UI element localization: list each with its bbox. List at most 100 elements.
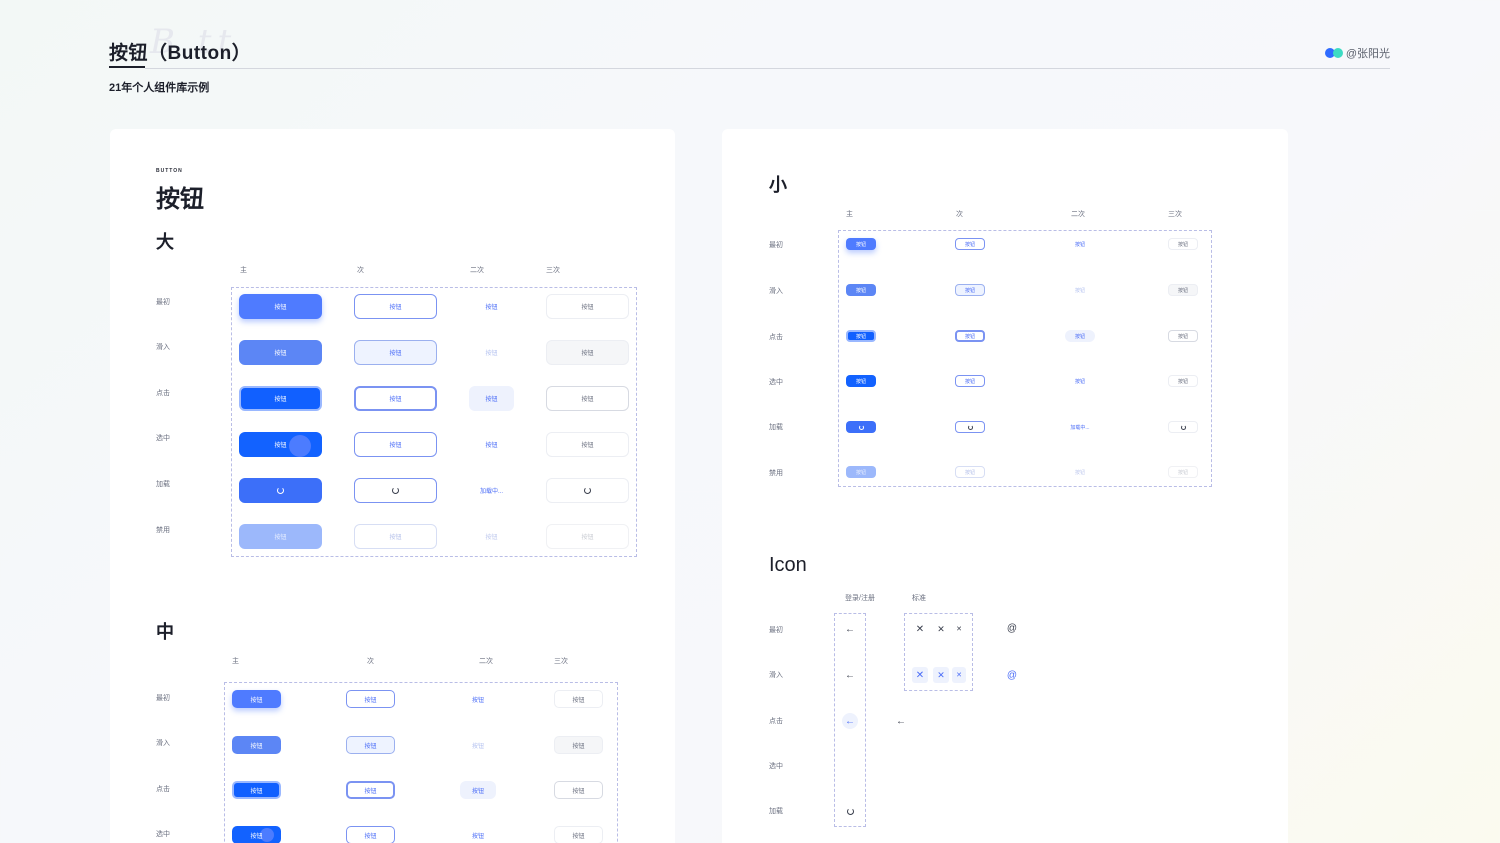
medium-text-button-selected[interactable]: 按钮	[460, 826, 496, 843]
large-col-header-quaternary: 三次	[546, 267, 560, 274]
small-secondary-button-selected[interactable]: 按钮	[955, 375, 985, 387]
small-row-header-disabled: 禁用	[769, 470, 783, 477]
author-badge: @张阳光	[1324, 45, 1390, 61]
large-secondary-button-hover[interactable]: 按钮	[354, 340, 437, 365]
small-text-button-initial[interactable]: 按钮	[1065, 238, 1095, 250]
medium-ghost-button-initial[interactable]: 按钮	[554, 690, 603, 708]
large-primary-button-pressed[interactable]: 按钮	[239, 386, 322, 411]
spinner-icon	[1180, 424, 1186, 430]
loading-icon[interactable]	[842, 803, 858, 819]
close-icon[interactable]: ✕	[912, 667, 928, 683]
header-divider	[145, 68, 1390, 69]
large-secondary-button-pressed[interactable]: 按钮	[354, 386, 437, 411]
medium-primary-button-pressed[interactable]: 按钮	[232, 781, 281, 799]
large-ghost-button-hover[interactable]: 按钮	[546, 340, 629, 365]
medium-secondary-button-pressed[interactable]: 按钮	[346, 781, 395, 799]
spinner-icon	[392, 487, 399, 494]
large-primary-button-initial[interactable]: 按钮	[239, 294, 322, 319]
medium-secondary-button-hover[interactable]: 按钮	[346, 736, 395, 754]
close-icon[interactable]: ✕	[952, 621, 966, 637]
left-card: BUTTON 按钮 大 主 次 二次 三次 最初 滑入 点击 选中 加载 禁用 …	[110, 129, 675, 843]
small-primary-button-hover[interactable]: 按钮	[846, 284, 876, 296]
large-row-header-hover: 滑入	[156, 344, 170, 351]
small-secondary-button-initial[interactable]: 按钮	[955, 238, 985, 250]
small-ghost-button-disabled: 按钮	[1168, 466, 1198, 478]
medium-primary-button-hover[interactable]: 按钮	[232, 736, 281, 754]
small-secondary-button-hover[interactable]: 按钮	[955, 284, 985, 296]
small-primary-button-loading[interactable]	[846, 421, 876, 433]
medium-primary-button-selected[interactable]: 按钮	[232, 826, 281, 843]
small-row-header-selected: 选中	[769, 379, 783, 386]
arrow-left-icon[interactable]: ←	[842, 621, 858, 637]
spinner-icon	[846, 807, 854, 815]
small-ghost-button-initial[interactable]: 按钮	[1168, 238, 1198, 250]
large-primary-button-selected[interactable]: 按钮	[239, 432, 322, 457]
large-primary-button-loading[interactable]	[239, 478, 322, 503]
large-secondary-button-initial[interactable]: 按钮	[354, 294, 437, 319]
large-text-button-selected[interactable]: 按钮	[469, 432, 514, 457]
small-text-button-selected[interactable]: 按钮	[1065, 375, 1095, 387]
medium-secondary-button-initial[interactable]: 按钮	[346, 690, 395, 708]
close-icon[interactable]: ✕	[912, 621, 928, 637]
small-primary-button-initial[interactable]: 按钮	[846, 238, 876, 250]
large-row-header-loading: 加载	[156, 481, 170, 488]
large-col-header-tertiary: 二次	[470, 267, 484, 274]
small-text-button-pressed[interactable]: 按钮	[1065, 330, 1095, 342]
small-secondary-button-pressed[interactable]: 按钮	[955, 330, 985, 342]
large-ghost-button-initial[interactable]: 按钮	[546, 294, 629, 319]
arrow-left-icon[interactable]: ←	[893, 713, 909, 729]
small-ghost-button-pressed[interactable]: 按钮	[1168, 330, 1198, 342]
at-icon[interactable]: @	[1004, 620, 1020, 636]
small-secondary-button-disabled: 按钮	[955, 466, 985, 478]
arrow-left-icon[interactable]: ←	[842, 667, 858, 683]
large-secondary-button-loading[interactable]	[354, 478, 437, 503]
medium-text-button-pressed[interactable]: 按钮	[460, 781, 496, 799]
icon-row-header-pressed: 点击	[769, 718, 783, 725]
small-secondary-button-loading[interactable]	[955, 421, 985, 433]
medium-secondary-button-selected[interactable]: 按钮	[346, 826, 395, 843]
medium-row-header-hover: 滑入	[156, 740, 170, 747]
small-text-button-hover[interactable]: 按钮	[1065, 284, 1095, 296]
close-icon[interactable]: ✕	[933, 667, 949, 683]
medium-ghost-button-hover[interactable]: 按钮	[554, 736, 603, 754]
large-secondary-button-selected[interactable]: 按钮	[354, 432, 437, 457]
medium-row-header-selected: 选中	[156, 831, 170, 838]
medium-col-header-quaternary: 三次	[554, 658, 568, 665]
small-col-header-primary: 主	[846, 211, 853, 218]
page-subtitle: 21年个人组件库示例	[109, 82, 210, 94]
large-ghost-button-loading[interactable]	[546, 478, 629, 503]
medium-size-title: 中	[156, 622, 174, 642]
medium-primary-button-initial[interactable]: 按钮	[232, 690, 281, 708]
small-primary-button-selected[interactable]: 按钮	[846, 375, 876, 387]
small-col-header-tertiary: 二次	[1071, 211, 1085, 218]
large-ghost-button-pressed[interactable]: 按钮	[546, 386, 629, 411]
large-text-button-disabled: 按钮	[485, 535, 498, 541]
small-ghost-button-hover[interactable]: 按钮	[1168, 284, 1198, 296]
medium-ghost-button-pressed[interactable]: 按钮	[554, 781, 603, 799]
small-ghost-button-loading[interactable]	[1168, 421, 1198, 433]
large-text-button-loading[interactable]: 加载中...	[469, 478, 514, 503]
small-row-header-initial: 最初	[769, 242, 783, 249]
arrow-left-icon[interactable]: ←	[842, 713, 858, 729]
large-text-button-hover[interactable]: 按钮	[469, 340, 514, 365]
small-row-header-loading: 加载	[769, 424, 783, 431]
medium-text-button-initial[interactable]: 按钮	[460, 690, 496, 708]
large-primary-button-hover[interactable]: 按钮	[239, 340, 322, 365]
small-row-header-hover: 滑入	[769, 288, 783, 295]
small-ghost-button-selected[interactable]: 按钮	[1168, 375, 1198, 387]
close-icon[interactable]: ✕	[933, 621, 949, 637]
at-icon[interactable]: @	[1004, 667, 1020, 683]
spinner-icon	[967, 424, 973, 430]
small-primary-button-pressed[interactable]: 按钮	[846, 330, 876, 342]
medium-text-button-hover[interactable]: 按钮	[460, 736, 496, 754]
medium-ghost-button-selected[interactable]: 按钮	[554, 826, 603, 843]
large-ghost-button-selected[interactable]: 按钮	[546, 432, 629, 457]
large-button-grid	[231, 287, 637, 557]
author-logo-dot-green-icon	[1332, 48, 1343, 58]
large-text-button-pressed[interactable]: 按钮	[469, 386, 514, 411]
title-underline	[109, 66, 145, 68]
section-title: 按钮	[156, 186, 204, 213]
small-text-button-loading[interactable]: 加载中...	[1062, 421, 1098, 433]
close-icon[interactable]: ✕	[952, 667, 966, 683]
large-text-button-initial[interactable]: 按钮	[469, 294, 514, 319]
